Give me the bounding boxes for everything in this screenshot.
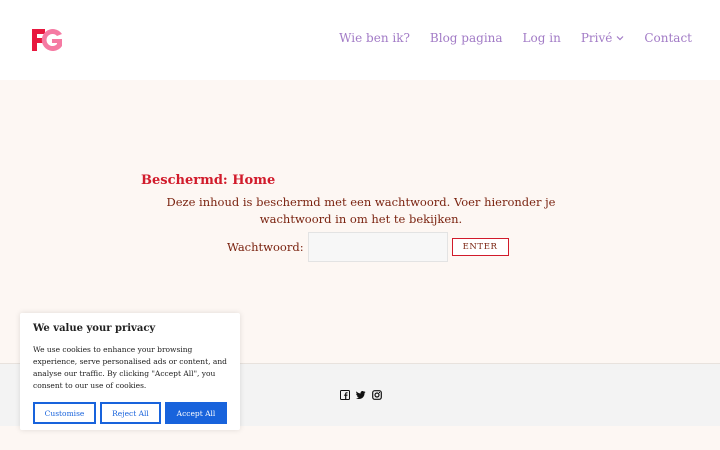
password-form: Wachtwoord: ENTER: [227, 232, 509, 262]
nav-item-log-in[interactable]: Log in: [523, 31, 561, 45]
twitter-icon[interactable]: [356, 390, 366, 400]
social-links: [340, 390, 382, 400]
nav-item-blog-pagina[interactable]: Blog pagina: [430, 31, 503, 45]
nav-item-wie-ben-ik[interactable]: Wie ben ik?: [339, 31, 410, 45]
cookie-title: We value your privacy: [33, 323, 156, 334]
password-label: Wachtwoord:: [227, 240, 304, 254]
nav-item-contact[interactable]: Contact: [644, 31, 692, 45]
nav-item-prive-label: Privé: [580, 31, 613, 45]
protected-content: Beschermd: Home Deze inhoud is beschermd…: [141, 173, 581, 228]
page-title: Beschermd: Home: [141, 173, 276, 188]
enter-button[interactable]: ENTER: [451, 238, 509, 256]
accept-all-button[interactable]: Accept All: [165, 402, 227, 424]
customise-button[interactable]: Customise: [33, 402, 96, 424]
fg-logo[interactable]: [31, 27, 65, 53]
cookie-text: We use cookies to enhance your browsing …: [33, 345, 227, 390]
chevron-down-icon: [616, 36, 624, 41]
cookie-consent-banner: We value your privacy We use cookies to …: [20, 313, 240, 430]
cookie-buttons: Customise Reject All Accept All: [33, 402, 227, 424]
nav-item-prive[interactable]: Privé: [581, 31, 625, 45]
password-input[interactable]: [307, 232, 448, 262]
main-nav: Wie ben ik? Blog pagina Log in Privé Con…: [339, 31, 692, 45]
reject-all-button[interactable]: Reject All: [100, 402, 161, 424]
instagram-icon[interactable]: [372, 390, 382, 400]
protected-message: Deze inhoud is beschermd met een wachtwo…: [166, 195, 556, 226]
facebook-icon[interactable]: [340, 390, 350, 400]
site-header: Wie ben ik? Blog pagina Log in Privé Con…: [0, 0, 720, 80]
